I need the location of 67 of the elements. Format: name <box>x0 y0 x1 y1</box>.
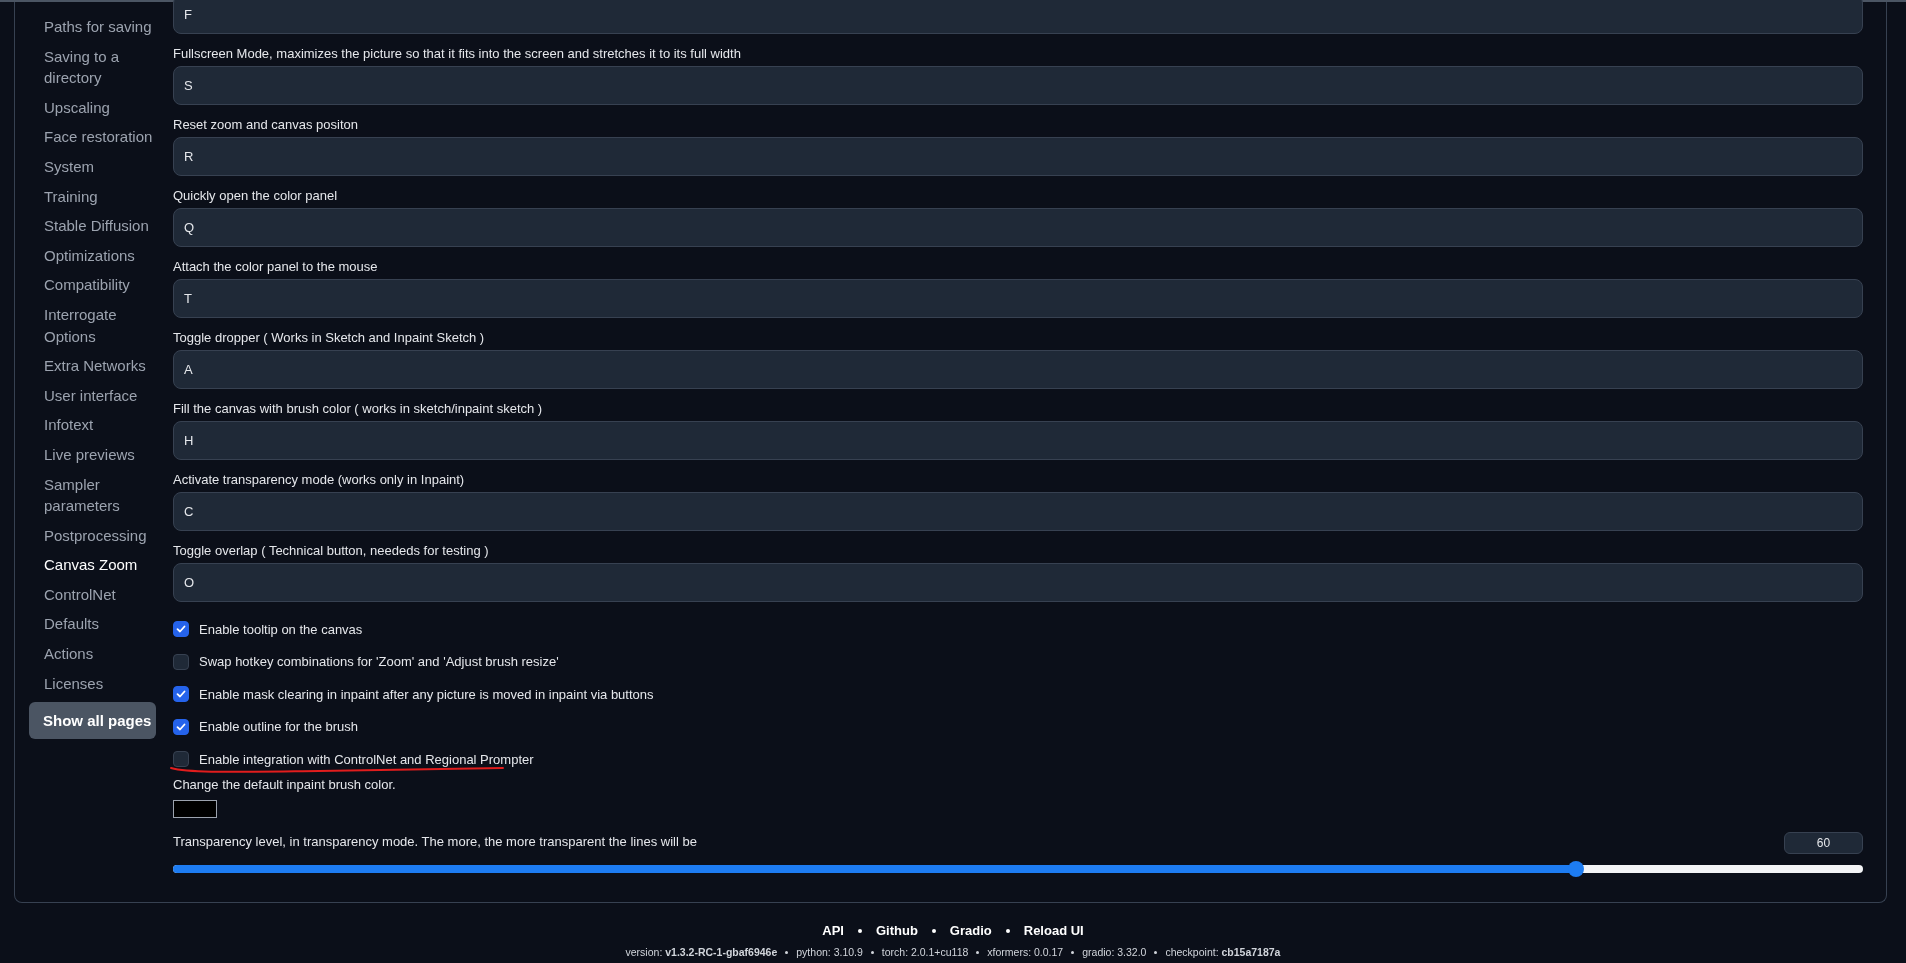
checkbox[interactable] <box>173 653 189 670</box>
sidebar-item[interactable]: Training <box>29 181 173 212</box>
sidebar-item[interactable]: Face restoration <box>29 122 173 152</box>
checkbox[interactable] <box>173 718 189 735</box>
hotkey-field[interactable]: H <box>173 421 1863 460</box>
field-label: Attach the color panel to the mouse <box>173 258 379 276</box>
footer-link[interactable]: Gradio <box>949 921 992 941</box>
version-info: torch: 2.0.1+cu118 <box>881 944 969 960</box>
sidebar-item[interactable]: System <box>29 151 173 182</box>
sidebar-item[interactable]: Upscaling <box>29 92 173 123</box>
checkmark-icon <box>176 624 186 635</box>
version-info: xformers: 0.0.17 <box>987 944 1064 960</box>
sidebar-item[interactable]: User interface <box>29 380 173 411</box>
checkbox-label: Enable mask clearing in inpaint after any picture is moved in inpaint via buttons <box>199 685 654 704</box>
color-label: Change the default inpaint brush color. <box>173 775 396 794</box>
slider-thumb[interactable] <box>1567 860 1584 877</box>
hotkey-field[interactable]: Q <box>173 208 1863 247</box>
checkbox-label: Enable integration with ControlNet and Regional Prompter <box>199 750 534 769</box>
checkbox[interactable] <box>173 621 189 638</box>
sidebar-item[interactable]: Sampler parameters <box>29 469 173 521</box>
hotkey-field[interactable]: O <box>173 563 1863 602</box>
field-label: Activate transparency mode (works only in Inpaint) <box>173 471 466 489</box>
version-info: version: v1.3.2-RC-1-gbaf6946e <box>625 944 778 960</box>
sidebar-item[interactable]: Saving to a directory <box>29 41 173 93</box>
sidebar-item[interactable]: Live previews <box>29 439 173 470</box>
version-info: gradio: 3.32.0 <box>1082 944 1147 960</box>
version-info: python: 3.10.9 <box>796 944 863 960</box>
hotkey-field[interactable]: F <box>173 0 1863 34</box>
field-label: Quickly open the color panel <box>173 187 339 205</box>
sidebar-item[interactable]: ControlNet <box>29 579 173 610</box>
field-label: Fill the canvas with brush color ( works in sketch/inpaint sketch ) <box>173 400 544 418</box>
sidebar-item[interactable]: Compatibility <box>29 270 173 300</box>
version-info: checkpoint: cb15a7187a <box>1165 944 1281 960</box>
number-field[interactable]: 60 <box>1784 831 1863 854</box>
color-swatch[interactable] <box>173 799 217 818</box>
checkbox[interactable] <box>173 751 189 768</box>
hotkey-field[interactable]: C <box>173 492 1863 531</box>
hotkey-field[interactable]: A <box>173 350 1863 389</box>
sidebar-item[interactable]: Paths for saving <box>29 12 173 42</box>
checkbox-label: Swap hotkey combinations for 'Zoom' and 'Adjust brush resize' <box>199 653 559 671</box>
field-label: Reset zoom and canvas positon <box>173 116 359 134</box>
sidebar-item[interactable]: Extra Networks <box>29 351 173 381</box>
checkmark-icon <box>176 689 186 700</box>
sidebar-item[interactable]: Actions <box>29 639 173 669</box>
checkbox-label: Enable tooltip on the canvas <box>199 620 363 639</box>
checkbox-label: Enable outline for the brush <box>199 718 358 736</box>
footer-link[interactable]: Reload UI <box>1023 921 1084 941</box>
sidebar-item[interactable]: Canvas Zoom <box>29 550 173 580</box>
hotkey-field[interactable]: S <box>173 66 1863 105</box>
sidebar-item[interactable]: Postprocessing <box>29 520 173 551</box>
footer-link[interactable]: Github <box>875 921 918 941</box>
slider-label: Transparency level, in transparency mode. The more, the more transparent the lines will be <box>173 832 697 851</box>
field-label: Toggle overlap ( Technical button, neededs for testing ) <box>173 542 490 560</box>
hotkey-field[interactable]: R <box>173 137 1863 176</box>
sidebar-item[interactable]: Optimizations <box>29 240 173 271</box>
sidebar-item[interactable]: Licenses <box>29 668 173 699</box>
field-label: Fullscreen Mode, maximizes the picture so that it fits into the screen and stretches it to its full width <box>173 45 742 63</box>
sidebar-item[interactable]: Defaults <box>29 609 173 640</box>
sidebar-item[interactable]: Infotext <box>29 410 173 440</box>
show-all-pages-button[interactable]: Show all pages <box>29 702 156 740</box>
checkmark-icon <box>176 721 186 732</box>
field-label: Toggle dropper ( Works in Sketch and Inpaint Sketch ) <box>173 329 486 347</box>
checkbox[interactable] <box>173 686 189 703</box>
sidebar-item[interactable]: Interrogate Options <box>29 299 173 352</box>
hotkey-field[interactable]: T <box>173 279 1863 318</box>
footer-link[interactable]: API <box>822 921 844 941</box>
sidebar-item[interactable]: Stable Diffusion <box>29 211 173 241</box>
